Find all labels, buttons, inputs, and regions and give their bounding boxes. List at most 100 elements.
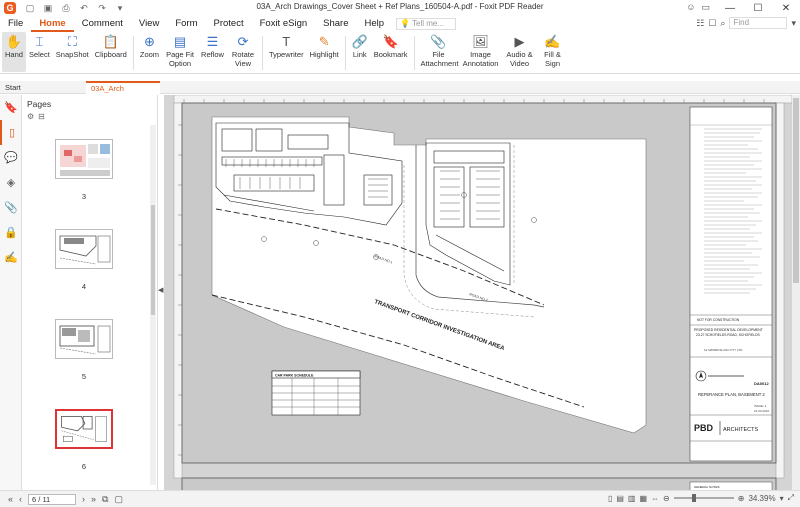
find-input[interactable]: Find: [729, 17, 788, 29]
zoom-icon: ⊕: [143, 33, 155, 49]
zoom-slider[interactable]: [673, 494, 734, 502]
tell-me-input[interactable]: 💡 Tell me...: [396, 18, 457, 30]
highlight-button[interactable]: ✎ Highlight: [307, 32, 342, 60]
menu-help[interactable]: Help: [357, 16, 393, 32]
print-icon[interactable]: ⎙: [60, 3, 72, 14]
signature-panel-icon[interactable]: ✍: [0, 245, 22, 270]
page-thumbnail-3[interactable]: [55, 139, 113, 179]
pages-panel: Pages ⚙ ⊟ 3 4 5 6: [22, 95, 158, 490]
link-button[interactable]: 🔗 Link: [349, 32, 371, 60]
close-button[interactable]: ✕: [772, 0, 800, 16]
zoom-button[interactable]: ⊕ Zoom: [137, 32, 162, 60]
menu-foxit-esign[interactable]: Foxit eSign: [252, 16, 316, 32]
snapshot-button[interactable]: ⛶ SnapShot: [53, 32, 92, 60]
select-button[interactable]: ⌶ Select: [26, 32, 53, 60]
page-fit-option-button[interactable]: ▤ Page Fit Option: [162, 32, 198, 69]
highlight-icon: ✎: [318, 33, 330, 49]
chat-icon[interactable]: ☐: [708, 18, 716, 29]
ribbon-options-icon[interactable]: ▭: [701, 2, 710, 13]
menu-comment[interactable]: Comment: [74, 16, 131, 32]
redo-icon[interactable]: ↷: [96, 3, 108, 14]
menu-form[interactable]: Form: [167, 16, 205, 32]
ribbon-separator: [261, 36, 263, 70]
drawing-canvas: TRANSPORT CORRIDOR INVESTIGATION AREA RO…: [173, 95, 793, 490]
audio-video-button[interactable]: ▶ Audio & Video: [502, 32, 538, 69]
clipboard-button[interactable]: 📋 Clipboard: [92, 32, 130, 60]
image-annotation-button[interactable]: 🖼 Image Annotation: [460, 32, 502, 69]
document-scrollbar[interactable]: [792, 95, 800, 490]
single-page-icon[interactable]: ▯: [608, 494, 612, 503]
document-view[interactable]: TRANSPORT CORRIDOR INVESTIGATION AREA RO…: [164, 95, 800, 490]
save-icon[interactable]: ▣: [42, 3, 54, 14]
drawing-number: DA0012: [754, 381, 769, 386]
fullscreen-icon[interactable]: ⤢: [788, 493, 794, 503]
minimize-button[interactable]: —: [716, 0, 744, 16]
next-page-icon[interactable]: ›: [82, 494, 85, 504]
drawing-title: REFERANCE PLAN, BASEMENT 2: [698, 392, 765, 397]
bookmark-button[interactable]: 🔖 Bookmark: [371, 32, 411, 60]
account-icon[interactable]: ☺: [686, 2, 695, 13]
page-fit-icon: ▤: [173, 33, 187, 49]
page-thumbnail-5[interactable]: [55, 319, 113, 359]
page-view-icon[interactable]: ▢: [114, 494, 123, 505]
page-thumbnail-4[interactable]: [55, 229, 113, 269]
foxit-logo-icon[interactable]: G: [4, 2, 16, 14]
typewriter-icon: T: [282, 33, 291, 49]
menu-file[interactable]: File: [0, 16, 31, 32]
previous-page-icon[interactable]: ‹: [19, 494, 22, 504]
zoom-out-icon[interactable]: ⊖: [663, 494, 670, 503]
issue-date: 21.04.2016: [754, 409, 769, 413]
rotate-view-button[interactable]: ⟳ Rotate View: [227, 32, 259, 69]
tab-start[interactable]: Start: [0, 81, 86, 94]
open-icon[interactable]: ▢: [24, 3, 36, 14]
undo-icon[interactable]: ↶: [78, 3, 90, 14]
page-number-input[interactable]: 6 / 11: [28, 493, 77, 505]
title-block: NOT FOR CONSTRUCTION PROPOSED RESIDENTIA…: [689, 106, 773, 462]
continuous-facing-icon[interactable]: ▦: [639, 494, 647, 503]
security-panel-icon[interactable]: 🔒: [0, 220, 22, 245]
fill-sign-button[interactable]: ✍ Fill & Sign: [538, 32, 568, 69]
layers-panel-icon[interactable]: ◈: [0, 170, 22, 195]
zoom-dropdown-icon[interactable]: ▾: [780, 494, 784, 503]
status-bar: « ‹ 6 / 11 › » ⧉ ▢ ▯ ▤ ▥ ▦ ⇔ ⊖ ⊕ 34.39% …: [0, 490, 800, 507]
maximize-button[interactable]: ☐: [744, 0, 772, 16]
attachments-panel-icon[interactable]: 📎: [0, 195, 22, 220]
menu-protect[interactable]: Protect: [206, 16, 252, 32]
comments-panel-icon[interactable]: 💬: [0, 145, 22, 170]
typewriter-button[interactable]: T Typewriter: [266, 32, 307, 60]
menu-home[interactable]: Home: [31, 16, 74, 32]
first-page-icon[interactable]: «: [8, 494, 13, 504]
layout-icon[interactable]: ☷: [696, 18, 704, 29]
ribbon-separator: [344, 36, 346, 70]
client-name: for MINIMUSH INC PTY LTD: [704, 348, 743, 352]
reflow-button[interactable]: ☰ Reflow: [198, 32, 227, 60]
menu-share[interactable]: Share: [315, 16, 356, 32]
menu-view[interactable]: View: [131, 16, 167, 32]
continuous-page-icon[interactable]: ▤: [616, 494, 624, 503]
page-thumbnail-6[interactable]: [55, 409, 113, 449]
last-page-icon[interactable]: »: [91, 494, 96, 504]
page-thumbnail-label: 4: [81, 282, 87, 291]
thumbnail-size-icon[interactable]: ⊟: [38, 112, 45, 121]
car-park-schedule: CAR PARK SCHEDULE: [271, 370, 361, 416]
search-options-icon[interactable]: ▾: [791, 18, 796, 29]
file-attachment-button[interactable]: 📎 File Attachment: [418, 32, 460, 69]
facing-page-icon[interactable]: ▥: [628, 494, 636, 503]
not-for-construction-label: NOT FOR CONSTRUCTION: [697, 318, 740, 322]
pages-scrollbar[interactable]: [150, 125, 156, 485]
clipboard-icon: 📋: [102, 33, 119, 49]
page-thumbnail-label: 3: [81, 192, 87, 201]
select-icon: ⌶: [35, 33, 44, 49]
title-bar: G ▢ ▣ ⎙ ↶ ↷ ▾ 03A_Arch Drawings_Cover Sh…: [0, 0, 800, 16]
fit-width-icon[interactable]: ⇔: [651, 494, 659, 503]
bookmarks-panel-icon[interactable]: 🔖: [0, 95, 22, 120]
tab-document[interactable]: 03A_Arch Drawings_C...: [86, 81, 160, 104]
zoom-level[interactable]: 34.39%: [748, 494, 775, 503]
copy-page-icon[interactable]: ⧉: [102, 494, 108, 505]
hand-button[interactable]: ✋ Hand: [2, 32, 26, 72]
pages-panel-icon[interactable]: ▯: [0, 120, 22, 145]
zoom-in-icon[interactable]: ⊕: [738, 494, 745, 503]
file-attachment-icon: 📎: [430, 33, 447, 49]
page-options-icon[interactable]: ⚙: [27, 112, 34, 121]
dropdown-icon[interactable]: ▾: [114, 3, 126, 14]
